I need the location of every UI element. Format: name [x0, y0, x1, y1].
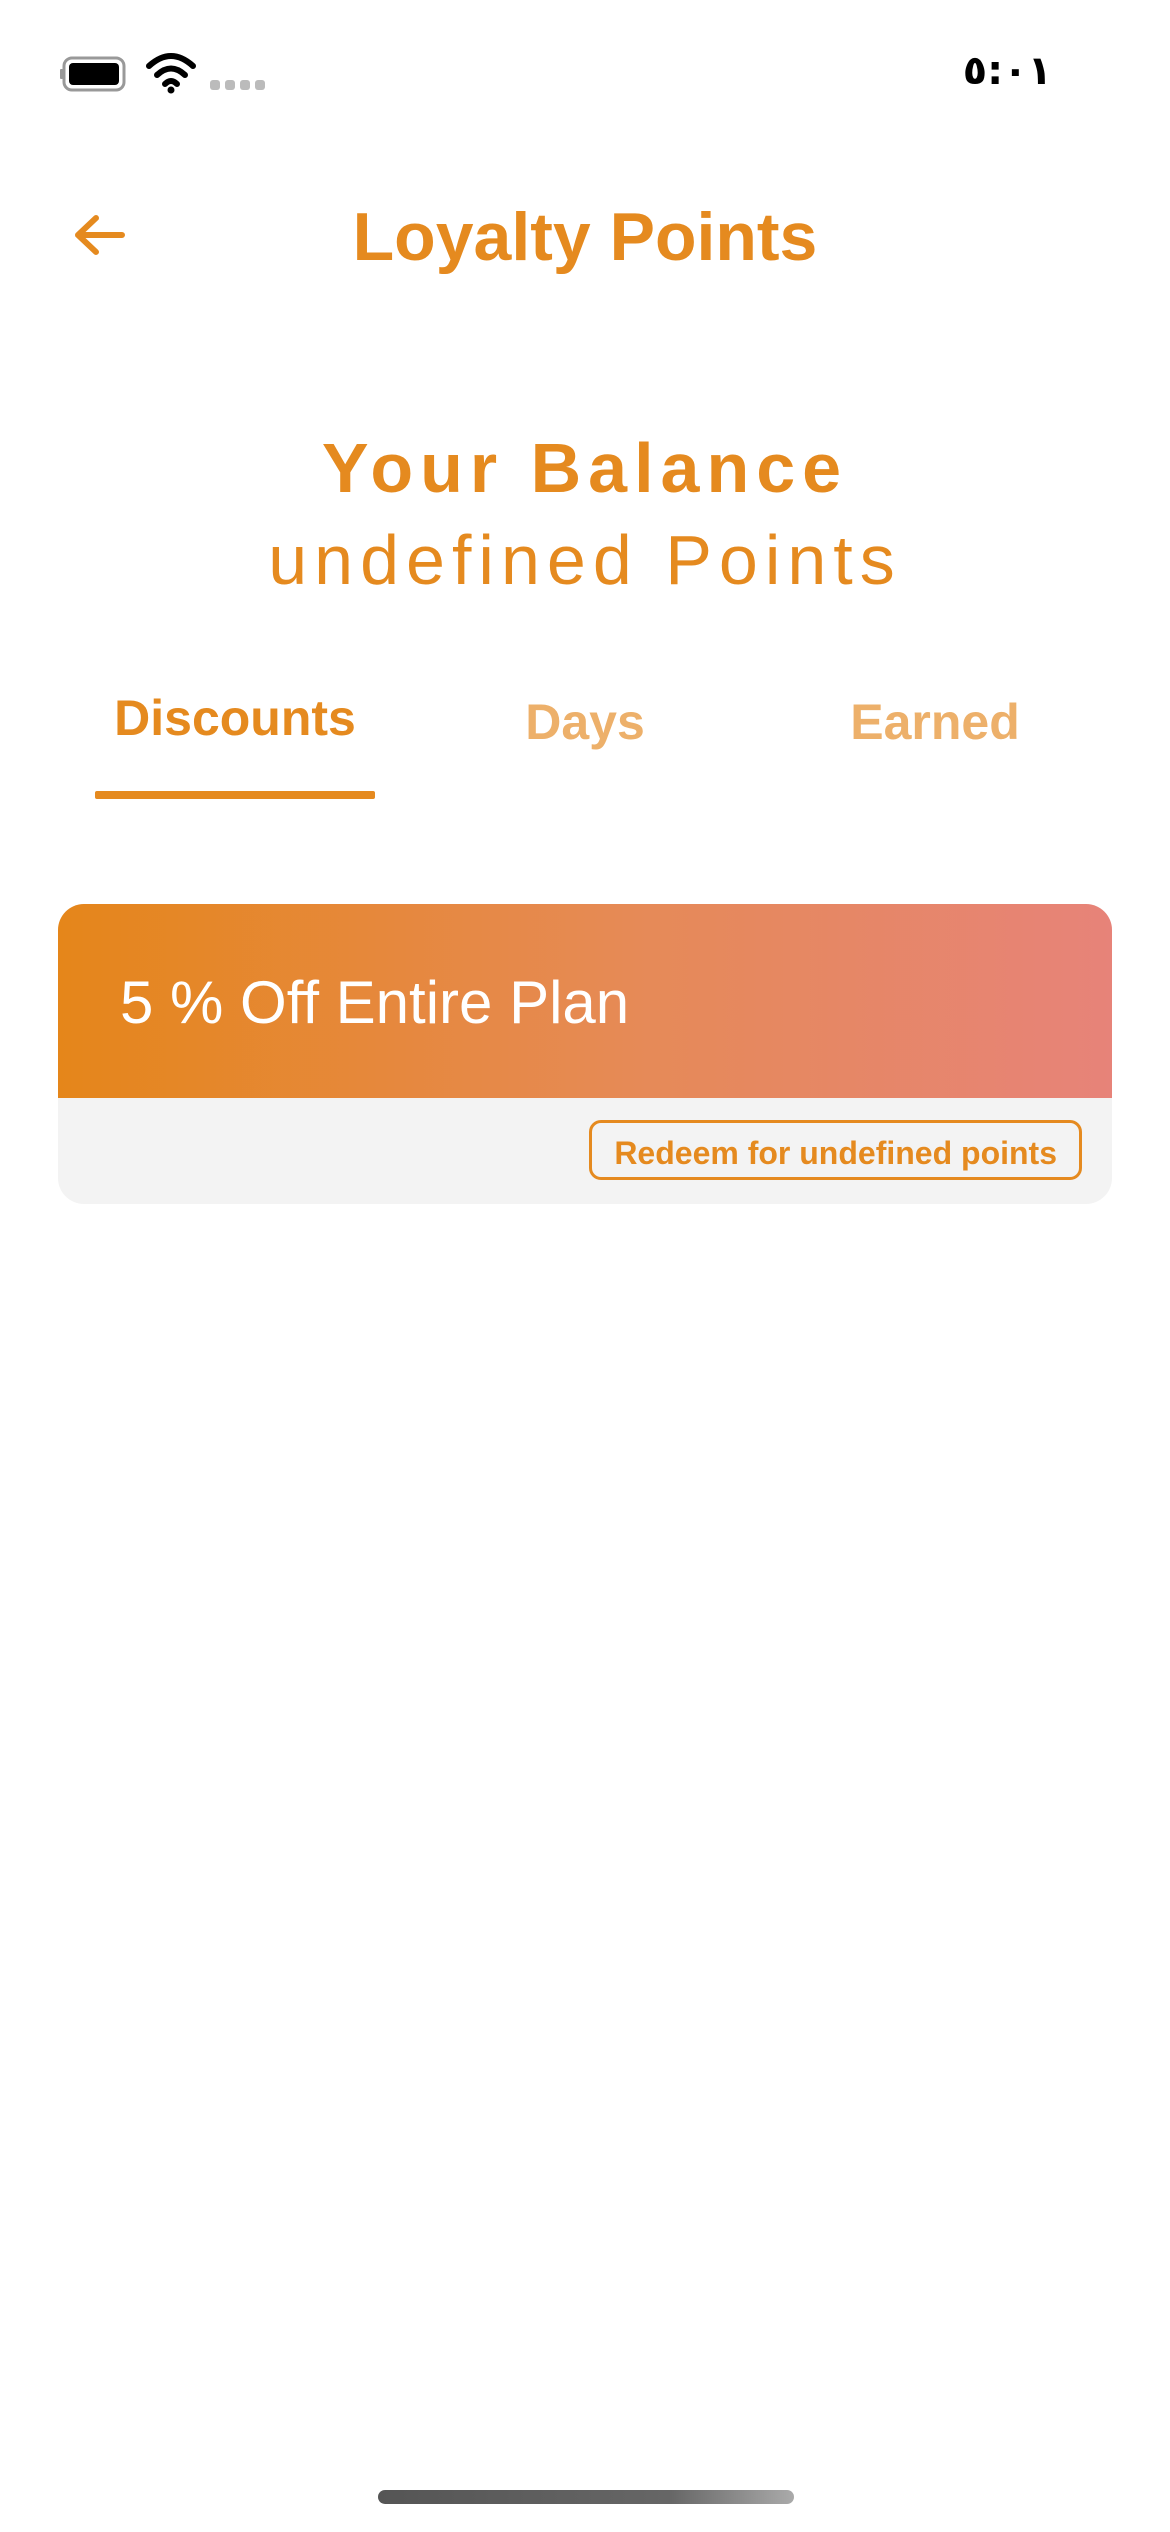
battery-icon: [60, 56, 126, 92]
page-title: Loyalty Points: [352, 199, 818, 275]
balance-heading: Your Balance: [321, 429, 849, 507]
offer-title: 5 % Off Entire Plan: [120, 969, 630, 1036]
balance-value: undefined Points: [268, 521, 902, 599]
offer-card: 5 % Off Entire Plan Redeem for undefined…: [58, 904, 1112, 1204]
status-bar: ٥:٠١: [0, 0, 1170, 150]
offer-banner: 5 % Off Entire Plan: [58, 904, 1112, 1098]
status-time: ٥:٠١: [962, 48, 1052, 94]
home-indicator[interactable]: [378, 2490, 794, 2504]
redeem-button[interactable]: Redeem for undefined points: [589, 1120, 1082, 1180]
tab-bar: Discounts Days Earned: [0, 680, 1170, 805]
tab-earned[interactable]: Earned: [795, 680, 1075, 800]
cellular-signal-icon: [210, 80, 265, 90]
active-tab-indicator: [95, 791, 375, 799]
wifi-icon: [146, 53, 196, 94]
tab-discounts[interactable]: Discounts: [95, 680, 375, 800]
tab-days[interactable]: Days: [445, 680, 725, 800]
